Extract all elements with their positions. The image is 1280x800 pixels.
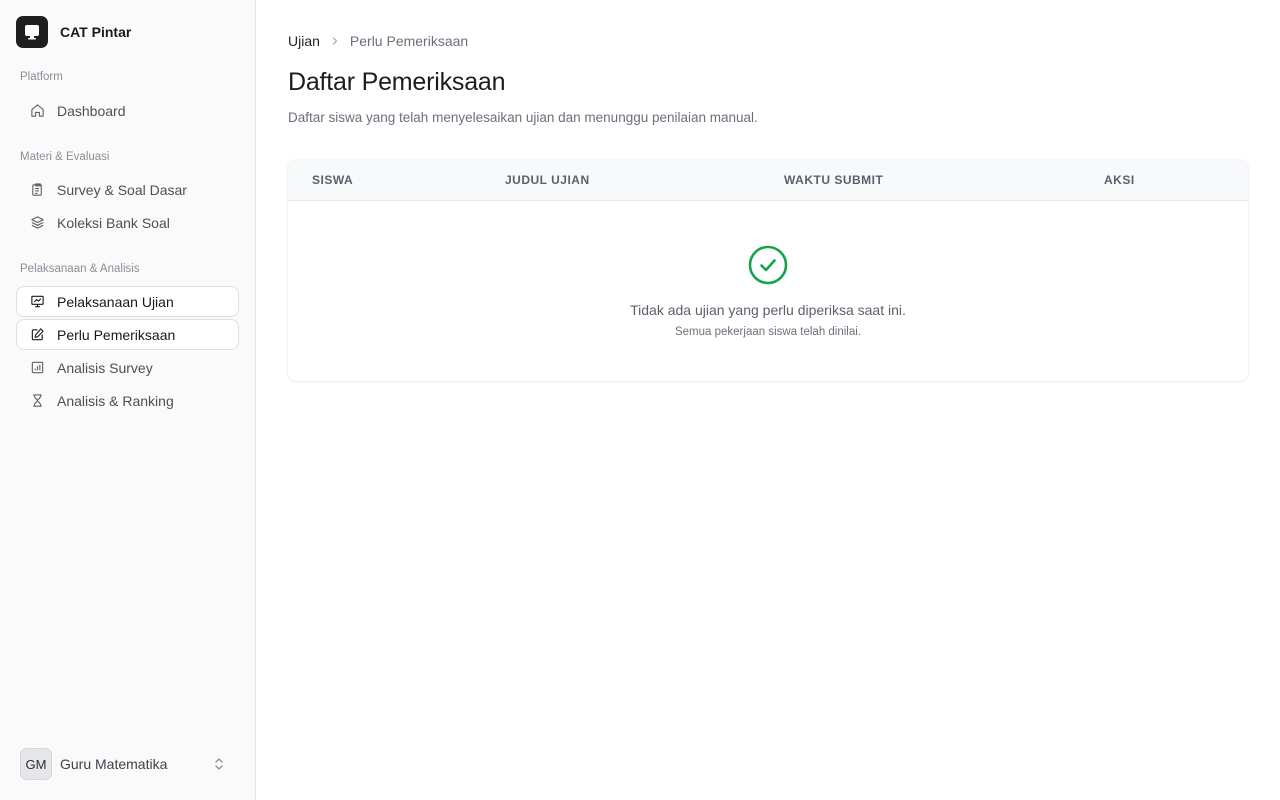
sidebar-item-survey-soal-dasar[interactable]: Survey & Soal Dasar bbox=[16, 174, 239, 205]
breadcrumb-current: Perlu Pemeriksaan bbox=[349, 33, 469, 49]
pencil-square-icon bbox=[29, 327, 45, 343]
column-header-siswa: SISWA bbox=[312, 173, 354, 187]
app-name: CAT Pintar bbox=[60, 23, 132, 40]
sidebar-item-analisis-ranking[interactable]: Analisis & Ranking bbox=[16, 385, 239, 416]
empty-state: Tidak ada ujian yang perlu diperiksa saa… bbox=[288, 201, 1248, 381]
sidebar-item-label: Pelaksanaan Ujian bbox=[57, 293, 174, 310]
column-header-judul-ujian: JUDUL UJIAN bbox=[505, 173, 590, 187]
chevron-up-down-icon bbox=[212, 756, 226, 777]
hourglass-icon bbox=[29, 393, 45, 409]
sidebar: CAT Pintar Platform Dashboard Materi & E… bbox=[0, 0, 256, 800]
breadcrumb-link-ujian[interactable]: Ujian bbox=[288, 33, 320, 49]
column-header-aksi: AKSI bbox=[1104, 173, 1135, 187]
check-circle-icon bbox=[748, 245, 788, 290]
page-title: Daftar Pemeriksaan bbox=[288, 68, 506, 96]
empty-state-subtitle: Semua pekerjaan siswa telah dinilai. bbox=[674, 326, 862, 338]
user-menu[interactable]: GM Guru Matematika bbox=[20, 748, 236, 780]
table-header: SISWA JUDUL UJIAN WAKTU SUBMIT AKSI bbox=[288, 160, 1248, 201]
sidebar-item-label: Analisis Survey bbox=[57, 359, 153, 376]
clipboard-icon bbox=[29, 182, 45, 198]
sidebar-item-label: Dashboard bbox=[57, 102, 126, 119]
sidebar-item-analisis-survey[interactable]: Analisis Survey bbox=[16, 352, 239, 383]
presentation-chart-icon bbox=[29, 294, 45, 310]
sidebar-item-dashboard[interactable]: Dashboard bbox=[16, 95, 239, 126]
avatar: GM bbox=[20, 748, 52, 780]
sidebar-item-pelaksanaan-ujian[interactable]: Pelaksanaan Ujian bbox=[16, 286, 239, 317]
section-label-materi: Materi & Evaluasi bbox=[20, 151, 110, 163]
section-label-platform: Platform bbox=[20, 71, 63, 83]
breadcrumb: Ujian Perlu Pemeriksaan bbox=[288, 33, 468, 49]
bar-chart-icon bbox=[29, 360, 45, 376]
section-label-pelaksanaan: Pelaksanaan & Analisis bbox=[20, 263, 140, 275]
sidebar-item-label: Survey & Soal Dasar bbox=[57, 181, 187, 198]
sidebar-item-label: Analisis & Ranking bbox=[57, 392, 174, 409]
sidebar-item-label: Koleksi Bank Soal bbox=[57, 214, 170, 231]
page-subtitle: Daftar siswa yang telah menyelesaikan uj… bbox=[288, 110, 758, 125]
chevron-right-icon bbox=[330, 36, 340, 46]
brand[interactable]: CAT Pintar bbox=[16, 15, 131, 48]
layers-icon bbox=[29, 215, 45, 231]
user-name: Guru Matematika bbox=[60, 756, 168, 772]
sidebar-item-koleksi-bank-soal[interactable]: Koleksi Bank Soal bbox=[16, 207, 239, 238]
app-logo-icon bbox=[16, 15, 48, 48]
sidebar-item-label: Perlu Pemeriksaan bbox=[57, 326, 176, 343]
empty-state-title: Tidak ada ujian yang perlu diperiksa saa… bbox=[630, 302, 906, 318]
review-table: SISWA JUDUL UJIAN WAKTU SUBMIT AKSI Tida… bbox=[288, 160, 1248, 381]
sidebar-item-perlu-pemeriksaan[interactable]: Perlu Pemeriksaan bbox=[16, 319, 239, 350]
home-icon bbox=[29, 103, 45, 119]
column-header-waktu-submit: WAKTU SUBMIT bbox=[784, 173, 884, 187]
